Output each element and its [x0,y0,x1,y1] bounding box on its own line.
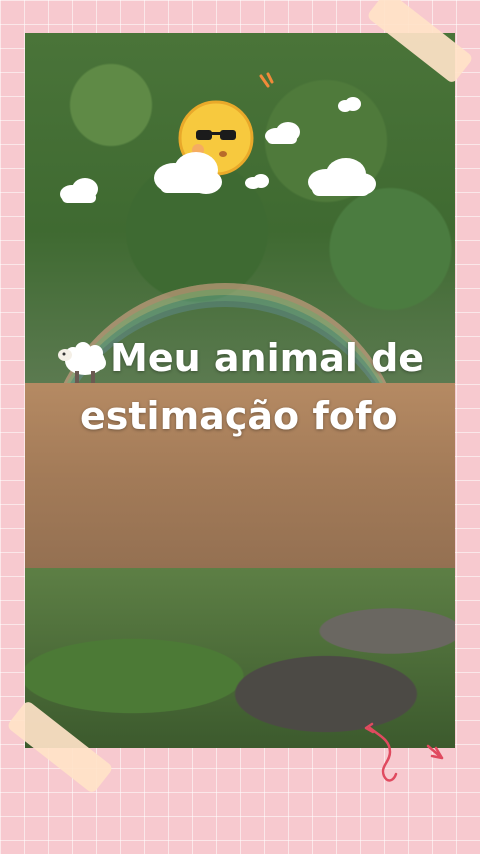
cloud-icon [265,122,300,144]
sparkle-icon [259,72,274,88]
cloud-icon [338,97,361,112]
cloud-icon [60,178,98,203]
cloud-icon [245,174,269,189]
sheep-icon [58,342,106,383]
cloud-icon [154,152,222,194]
arrow-doodle-icon [364,722,444,782]
cloud-icon [308,158,376,196]
title-line-2: estimação fofo [80,394,398,438]
title-line-1: Meu animal de [110,336,425,380]
